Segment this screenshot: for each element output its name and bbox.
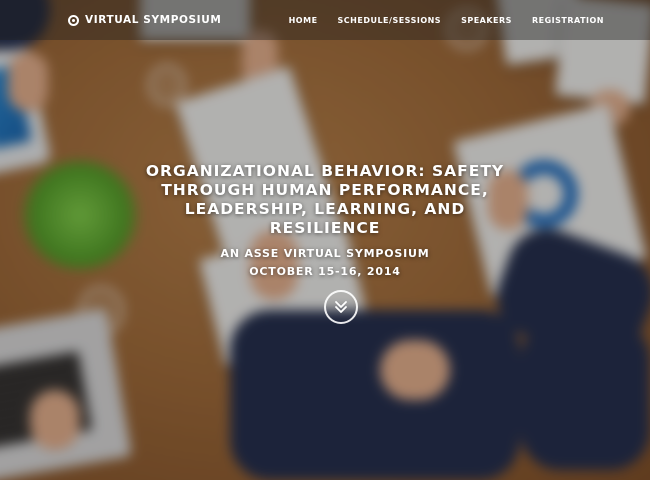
hero-subtitle: AN ASSE VIRTUAL SYMPOSIUM (220, 247, 430, 260)
hero-title: ORGANIZATIONAL BEHAVIOR: SAFETY THROUGH … (140, 162, 510, 238)
nav-item-registration[interactable]: REGISTRATION (532, 16, 604, 25)
nav-item-schedule-sessions[interactable]: SCHEDULE/SESSIONS (338, 16, 442, 25)
double-chevron-down-icon (335, 301, 347, 313)
circle-dot-icon (68, 14, 79, 26)
page: VIRTUAL SYMPOSIUM HOME SCHEDULE/SESSIONS… (0, 0, 650, 480)
hero-date: OCTOBER 15-16, 2014 (249, 265, 401, 278)
nav-item-speakers[interactable]: SPEAKERS (461, 16, 512, 25)
hero: ORGANIZATIONAL BEHAVIOR: SAFETY THROUGH … (140, 162, 510, 279)
brand-name: VIRTUAL SYMPOSIUM (85, 14, 222, 26)
hero-title-line: ORGANIZATIONAL BEHAVIOR: SAFETY (145, 162, 505, 180)
hero-title-line: RESILIENCE (269, 219, 381, 237)
nav-item-home[interactable]: HOME (289, 16, 318, 25)
nav-menu: HOME SCHEDULE/SESSIONS SPEAKERS REGISTRA… (269, 0, 604, 40)
hero-title-line: LEADERSHIP, LEARNING, AND (184, 200, 466, 218)
brand-link[interactable]: VIRTUAL SYMPOSIUM (68, 0, 221, 40)
hero-title-line: THROUGH HUMAN PERFORMANCE, (161, 181, 489, 199)
top-navbar: VIRTUAL SYMPOSIUM HOME SCHEDULE/SESSIONS… (0, 0, 650, 40)
scroll-down-button[interactable] (324, 290, 358, 324)
